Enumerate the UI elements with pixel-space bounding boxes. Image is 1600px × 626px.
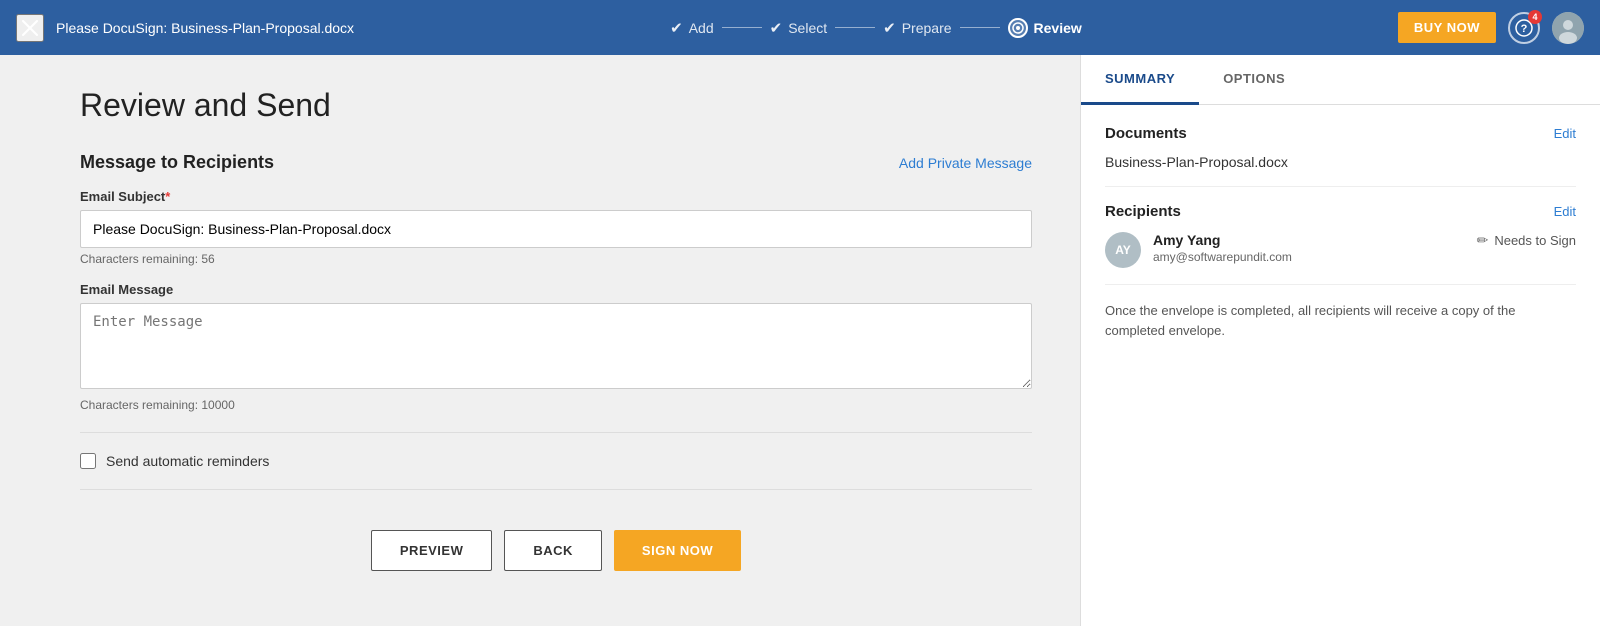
user-avatar[interactable] [1552, 12, 1584, 44]
recipients-edit-link[interactable]: Edit [1554, 204, 1576, 219]
step-select-label: Select [788, 20, 827, 36]
subject-chars-remaining: Characters remaining: 56 [80, 252, 1032, 266]
panel-tabs: SUMMARY OPTIONS [1081, 55, 1600, 105]
divider-1 [80, 432, 1032, 433]
svg-text:?: ? [1521, 23, 1528, 35]
recipient-email: amy@softwarepundit.com [1153, 250, 1465, 264]
action-buttons: PREVIEW BACK SIGN NOW [80, 530, 1032, 571]
help-icon[interactable]: ? 4 [1508, 12, 1540, 44]
reminders-row: Send automatic reminders [80, 453, 1032, 469]
message-section-header: Message to Recipients Add Private Messag… [80, 152, 1032, 173]
nav-steps: ✔ Add ✔ Select ✔ Prepare Review [354, 18, 1398, 38]
main-layout: Review and Send Message to Recipients Ad… [0, 55, 1600, 626]
step-divider-1 [722, 27, 762, 28]
documents-edit-link[interactable]: Edit [1554, 126, 1576, 141]
step-review-label: Review [1034, 20, 1082, 36]
email-message-input[interactable] [80, 303, 1032, 389]
divider-2 [80, 489, 1032, 490]
top-nav: Please DocuSign: Business-Plan-Proposal.… [0, 0, 1600, 55]
review-icon [1008, 18, 1028, 38]
back-button[interactable]: BACK [504, 530, 602, 571]
document-name: Business-Plan-Proposal.docx [1105, 154, 1576, 170]
step-select: ✔ Select [770, 19, 828, 37]
recipients-section-header: Recipients Edit [1105, 203, 1576, 220]
step-prepare: ✔ Prepare [883, 19, 951, 37]
close-button[interactable] [16, 14, 44, 42]
check-icon-add: ✔ [670, 19, 683, 37]
reminders-label[interactable]: Send automatic reminders [106, 453, 269, 469]
pencil-icon: ✏ [1477, 232, 1489, 249]
buy-now-button[interactable]: BUY NOW [1398, 12, 1496, 43]
right-panel: SUMMARY OPTIONS Documents Edit Business-… [1080, 55, 1600, 626]
left-content: Review and Send Message to Recipients Ad… [0, 55, 1080, 626]
documents-section-header: Documents Edit [1105, 125, 1576, 142]
recipient-info: Amy Yang amy@softwarepundit.com [1153, 232, 1465, 264]
nav-right: BUY NOW ? 4 [1398, 12, 1584, 44]
panel-body: Documents Edit Business-Plan-Proposal.do… [1081, 105, 1600, 626]
recipient-action-label: Needs to Sign [1494, 233, 1576, 248]
page-title: Review and Send [80, 87, 1032, 124]
step-prepare-label: Prepare [902, 20, 952, 36]
nav-title: Please DocuSign: Business-Plan-Proposal.… [56, 20, 354, 36]
message-chars-remaining: Characters remaining: 10000 [80, 398, 1032, 412]
reminders-checkbox[interactable] [80, 453, 96, 469]
tab-options[interactable]: OPTIONS [1199, 55, 1309, 105]
email-subject-label: Email Subject* [80, 189, 1032, 204]
step-add: ✔ Add [670, 19, 714, 37]
recipient-avatar: AY [1105, 232, 1141, 268]
sign-now-button[interactable]: SIGN NOW [614, 530, 741, 571]
tab-summary[interactable]: SUMMARY [1081, 55, 1199, 105]
panel-divider-1 [1105, 186, 1576, 187]
preview-button[interactable]: PREVIEW [371, 530, 492, 571]
check-icon-prepare: ✔ [883, 19, 896, 37]
email-subject-input[interactable] [80, 210, 1032, 248]
step-review: Review [1008, 18, 1082, 38]
step-add-label: Add [689, 20, 714, 36]
step-divider-3 [960, 27, 1000, 28]
envelope-note: Once the envelope is completed, all reci… [1105, 301, 1576, 340]
recipients-title: Recipients [1105, 203, 1181, 220]
add-private-message-link[interactable]: Add Private Message [899, 155, 1032, 171]
documents-title: Documents [1105, 125, 1187, 142]
email-message-label: Email Message [80, 282, 1032, 297]
step-divider-2 [835, 27, 875, 28]
help-badge: 4 [1528, 10, 1542, 24]
check-icon-select: ✔ [770, 19, 783, 37]
panel-divider-2 [1105, 284, 1576, 285]
recipient-row: AY Amy Yang amy@softwarepundit.com ✏ Nee… [1105, 232, 1576, 268]
message-section-title: Message to Recipients [80, 152, 274, 173]
recipient-name: Amy Yang [1153, 232, 1465, 248]
required-indicator: * [165, 189, 170, 204]
recipient-action: ✏ Needs to Sign [1477, 232, 1576, 249]
